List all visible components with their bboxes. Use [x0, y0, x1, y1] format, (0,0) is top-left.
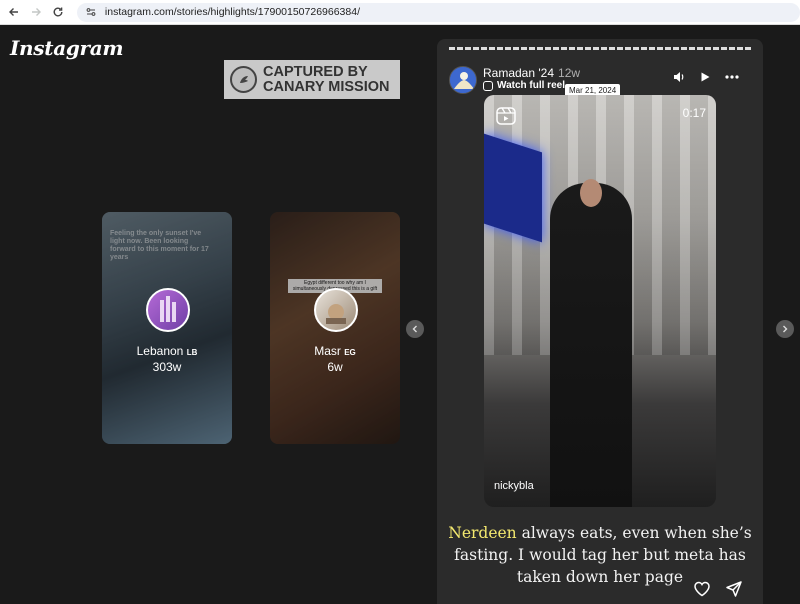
highlight-card-masr[interactable]: Egypt different too why am I simultaneou… [270, 212, 400, 444]
watch-full-reel-label: Watch full reel [497, 80, 565, 91]
watermark-line-2: CANARY MISSION [263, 78, 390, 95]
highlight-name: Lebanon [136, 344, 184, 358]
instagram-logo[interactable]: Instagram [10, 36, 124, 60]
highlight-avatar [314, 288, 358, 332]
highlight-avatar [146, 288, 190, 332]
highlight-time: 6w [327, 360, 343, 374]
forward-arrow-icon[interactable] [25, 1, 47, 23]
reel-icon [483, 80, 493, 91]
caption-highlight: Nerdeen [448, 524, 517, 542]
browser-toolbar: instagram.com/stories/highlights/1790015… [0, 0, 800, 25]
story-title[interactable]: Ramadan '24 [483, 66, 554, 80]
canary-seal-icon [230, 66, 257, 93]
watermark: CAPTURED BY CANARY MISSION [224, 60, 400, 99]
back-arrow-icon[interactable] [3, 1, 25, 23]
watch-full-reel-link[interactable]: Watch full reel [483, 80, 565, 91]
heart-icon[interactable] [692, 579, 712, 599]
chevron-left-icon[interactable] [406, 320, 424, 338]
reload-icon[interactable] [47, 1, 69, 23]
chevron-right-icon[interactable] [776, 320, 794, 338]
url-text: instagram.com/stories/highlights/1790015… [104, 6, 360, 18]
speaker-icon[interactable] [671, 69, 687, 85]
highlight-name: Masr [314, 344, 341, 358]
story-video[interactable]: 0:17 nickybla [484, 95, 716, 507]
video-username: nickybla [494, 480, 534, 492]
highlight-time: 303w [152, 360, 182, 374]
site-info-icon[interactable] [83, 4, 99, 20]
reels-icon [496, 107, 516, 125]
video-duration: 0:17 [682, 106, 706, 120]
story-time: 12w [558, 66, 581, 80]
play-icon[interactable] [697, 69, 713, 85]
more-horizontal-icon[interactable] [724, 69, 740, 85]
active-story[interactable]: Ramadan '24 12w Watch full reel Mar 21, 2… [437, 39, 763, 604]
story-avatar[interactable] [449, 66, 477, 94]
video-person [550, 183, 632, 507]
address-bar[interactable]: instagram.com/stories/highlights/1790015… [76, 2, 800, 22]
watermark-line-1: CAPTURED BY [263, 63, 368, 80]
story-progress-bar [449, 47, 751, 50]
video-sign [484, 133, 542, 243]
send-icon[interactable] [724, 579, 744, 599]
highlight-flag: LB [186, 348, 198, 357]
highlight-flag: EG [344, 348, 356, 357]
highlight-card-lebanon[interactable]: Feeling the only sunset I've light now. … [102, 212, 232, 444]
